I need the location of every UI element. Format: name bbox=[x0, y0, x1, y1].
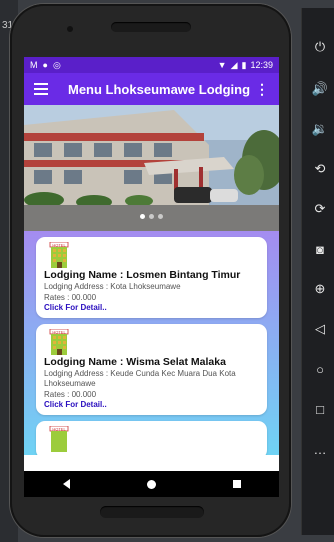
camera-dot bbox=[67, 26, 73, 32]
emulator-toolbar: ⏻ 🔊 🔉 ⟲ ⟳ ◙ ⊕ ◁ ○ □ … bbox=[301, 8, 334, 535]
volume-down-icon[interactable]: 🔉 bbox=[310, 120, 330, 138]
signal-icon: ◢ bbox=[230, 59, 238, 70]
android-nav-bar bbox=[24, 471, 279, 497]
lodging-address: Lodging Address : Keude Cunda Kec Muara … bbox=[44, 369, 236, 388]
home-icon[interactable]: ○ bbox=[310, 360, 330, 378]
carousel-dot-1[interactable] bbox=[140, 214, 145, 219]
phone-frame: M ● ◎ ▼ ◢ ▮ 12:39 Menu Lhokseumawe Lodgi… bbox=[10, 4, 291, 537]
hotel-building-icon: HOTEL bbox=[48, 241, 70, 268]
lodging-list[interactable]: HOTEL Lodging Name : Losmen Bintang Timu… bbox=[24, 231, 279, 455]
carousel-indicator bbox=[24, 214, 279, 219]
more-icon[interactable]: … bbox=[310, 440, 330, 458]
lodging-card-partial[interactable]: HOTEL bbox=[36, 421, 267, 455]
lodging-rates: Rates : 00.000 bbox=[44, 293, 97, 302]
notification-icon-1: M bbox=[30, 60, 38, 70]
toolbar-title: Menu Lhokseumawe Lodging bbox=[68, 81, 251, 97]
hotel-sign-text: HOTEL bbox=[52, 242, 66, 247]
nav-back-icon[interactable] bbox=[62, 479, 70, 489]
app-toolbar: Menu Lhokseumawe Lodging ⋮ bbox=[24, 73, 279, 105]
carousel-dot-2[interactable] bbox=[149, 214, 154, 219]
lodging-card[interactable]: HOTEL Lodging Name : Losmen Bintang Timu… bbox=[36, 237, 267, 318]
notification-icon-2: ● bbox=[42, 60, 48, 70]
hotel-sign-text: HOTEL bbox=[52, 329, 66, 334]
lodging-name: Lodging Name : Losmen Bintang Timur bbox=[44, 269, 241, 281]
zoom-icon[interactable]: ⊕ bbox=[310, 280, 330, 298]
rotate-right-icon[interactable]: ⟳ bbox=[310, 200, 330, 218]
back-icon[interactable]: ◁ bbox=[310, 320, 330, 338]
bottom-speaker bbox=[100, 506, 204, 518]
nav-recents-icon[interactable] bbox=[232, 480, 241, 488]
hotel-building-icon: HOTEL bbox=[48, 425, 70, 452]
volume-up-icon[interactable]: 🔊 bbox=[310, 80, 330, 98]
lodging-rates: Rates : 00.000 bbox=[44, 390, 97, 399]
lodging-address: Lodging Address : Kota Lhokseumawe bbox=[44, 282, 181, 291]
overflow-menu-icon[interactable]: ⋮ bbox=[255, 81, 269, 98]
top-speaker bbox=[111, 22, 191, 32]
hotel-photo bbox=[24, 105, 279, 231]
camera-icon[interactable]: ◙ bbox=[310, 240, 330, 258]
battery-icon: ▮ bbox=[241, 59, 247, 70]
hotel-sign-text: HOTEL bbox=[52, 426, 66, 431]
wifi-icon: ▼ bbox=[217, 60, 227, 70]
status-time: 12:39 bbox=[250, 60, 273, 70]
hotel-building-icon: HOTEL bbox=[48, 328, 70, 355]
power-icon[interactable]: ⏻ bbox=[310, 38, 330, 56]
lodging-card[interactable]: HOTEL Lodging Name : Wisma Selat Malaka … bbox=[36, 324, 267, 415]
click-for-detail-link[interactable]: Click For Detail.. bbox=[44, 303, 259, 312]
hotel-image-carousel[interactable] bbox=[24, 105, 279, 231]
nav-home-icon[interactable] bbox=[146, 479, 156, 489]
rotate-left-icon[interactable]: ⟲ bbox=[310, 160, 330, 178]
overview-icon[interactable]: □ bbox=[310, 400, 330, 418]
phone-screen: M ● ◎ ▼ ◢ ▮ 12:39 Menu Lhokseumawe Lodgi… bbox=[24, 57, 279, 497]
lodging-name: Lodging Name : Wisma Selat Malaka bbox=[44, 356, 226, 368]
hamburger-menu-icon[interactable] bbox=[34, 83, 48, 95]
click-for-detail-link[interactable]: Click For Detail.. bbox=[44, 400, 259, 409]
carousel-dot-3[interactable] bbox=[158, 214, 163, 219]
status-bar: M ● ◎ ▼ ◢ ▮ 12:39 bbox=[24, 57, 279, 73]
notification-icon-3: ◎ bbox=[52, 59, 61, 70]
